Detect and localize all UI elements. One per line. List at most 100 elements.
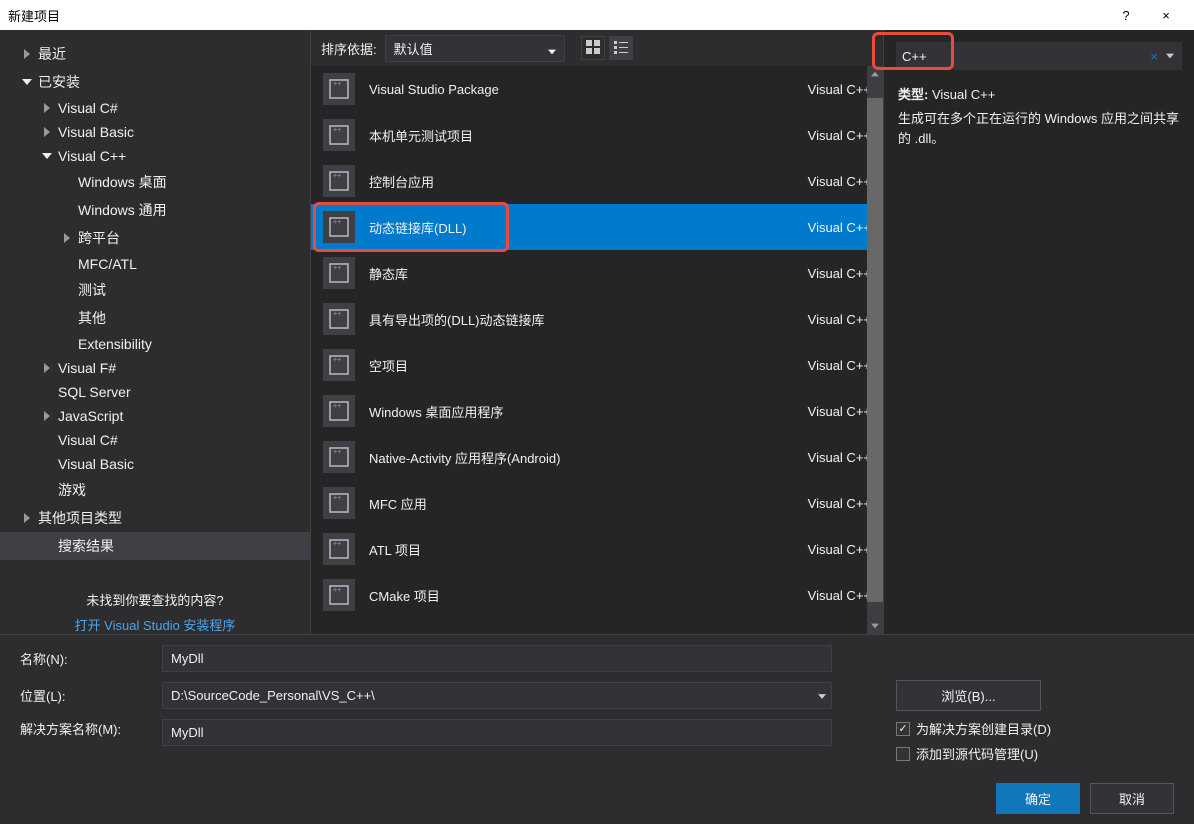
checkbox-icon bbox=[896, 722, 910, 736]
name-input[interactable] bbox=[162, 645, 832, 672]
template-language: Visual C++ bbox=[808, 496, 871, 511]
template-icon: ++ bbox=[323, 165, 355, 197]
template-icon: ++ bbox=[323, 257, 355, 289]
template-language: Visual C++ bbox=[808, 174, 871, 189]
search-dropdown-button[interactable] bbox=[1164, 52, 1176, 60]
chevron-right-icon bbox=[40, 101, 54, 115]
template-item[interactable]: ++ ATL 项目Visual C++ bbox=[311, 526, 883, 572]
template-item[interactable]: ++Windows 桌面应用程序Visual C++ bbox=[311, 388, 883, 434]
location-dropdown-button[interactable] bbox=[818, 688, 826, 703]
template-icon: ++ bbox=[323, 211, 355, 243]
scroll-down-button[interactable] bbox=[867, 618, 883, 634]
tree-recent[interactable]: 最近 bbox=[0, 40, 310, 68]
tree-windows-universal[interactable]: Windows 通用 bbox=[0, 196, 310, 224]
template-language: Visual C++ bbox=[808, 266, 871, 281]
tree-cross-platform[interactable]: 跨平台 bbox=[0, 224, 310, 252]
body: 最近 已安装 Visual C# Visual Basic Visual C++… bbox=[0, 30, 1194, 634]
template-name: Native-Activity 应用程序(Android) bbox=[369, 448, 808, 467]
tree-visual-basic-2[interactable]: Visual Basic bbox=[0, 452, 310, 476]
tree-mfc-atl[interactable]: MFC/ATL bbox=[0, 252, 310, 276]
name-label: 名称(N): bbox=[20, 649, 150, 668]
template-icon: ++ bbox=[323, 441, 355, 473]
template-item[interactable]: ++ 静态库Visual C++ bbox=[311, 250, 883, 296]
tree-extensibility[interactable]: Extensibility bbox=[0, 332, 310, 356]
tree-test[interactable]: 测试 bbox=[0, 276, 310, 304]
search-box[interactable]: × bbox=[896, 42, 1182, 70]
list-icon bbox=[614, 40, 628, 57]
chevron-right-icon bbox=[40, 361, 54, 375]
template-item[interactable]: ++Native-Activity 应用程序(Android)Visual C+… bbox=[311, 434, 883, 480]
template-item[interactable]: ++MFC 应用Visual C++ bbox=[311, 480, 883, 526]
browse-button[interactable]: 浏览(B)... bbox=[896, 680, 1041, 711]
tree-search-results[interactable]: 搜索结果 bbox=[0, 532, 310, 560]
tree-other-project-types[interactable]: 其他项目类型 bbox=[0, 504, 310, 532]
tree-visual-csharp-2[interactable]: Visual C# bbox=[0, 428, 310, 452]
scroll-thumb[interactable] bbox=[867, 98, 883, 602]
template-name: 本机单元测试项目 bbox=[369, 126, 808, 145]
tree-games[interactable]: 游戏 bbox=[0, 476, 310, 504]
template-item[interactable]: ++ Visual Studio PackageVisual C++ bbox=[311, 66, 883, 112]
template-item[interactable]: ++具有导出项的(DLL)动态链接库Visual C++ bbox=[311, 296, 883, 342]
view-list-button[interactable] bbox=[609, 36, 633, 60]
template-item[interactable]: ++ 控制台应用Visual C++ bbox=[311, 158, 883, 204]
template-name: 动态链接库(DLL) bbox=[369, 218, 808, 237]
tree-windows-desktop[interactable]: Windows 桌面 bbox=[0, 168, 310, 196]
view-grid-button[interactable] bbox=[581, 36, 605, 60]
details-panel: × 类型: Visual C++ 生成可在多个正在运行的 Windows 应用之… bbox=[884, 30, 1194, 634]
template-item[interactable]: ++空项目Visual C++ bbox=[311, 342, 883, 388]
chevron-down-icon bbox=[40, 149, 54, 163]
template-list[interactable]: ++Visual Studio PackageVisual C++++本机单元测… bbox=[311, 66, 883, 634]
tree-visual-basic[interactable]: Visual Basic bbox=[0, 120, 310, 144]
tree-other[interactable]: 其他 bbox=[0, 304, 310, 332]
tree-visual-csharp[interactable]: Visual C# bbox=[0, 96, 310, 120]
svg-text:++: ++ bbox=[333, 81, 341, 88]
bottom-form: 名称(N): 位置(L): 浏览(B)... 解决方案名称(M): 为解决方案创… bbox=[0, 634, 1194, 824]
tree-visual-cpp[interactable]: Visual C++ bbox=[0, 144, 310, 168]
chevron-right-icon bbox=[20, 511, 34, 525]
help-button[interactable]: ? bbox=[1106, 0, 1146, 30]
search-input[interactable] bbox=[902, 49, 1144, 64]
chevron-right-icon bbox=[20, 47, 34, 61]
create-directory-checkbox[interactable]: 为解决方案创建目录(D) bbox=[896, 719, 1051, 738]
close-button[interactable]: × bbox=[1146, 0, 1186, 30]
svg-text:++: ++ bbox=[333, 495, 341, 502]
template-item[interactable]: ++动态链接库(DLL)Visual C++ bbox=[311, 204, 883, 250]
location-input[interactable] bbox=[162, 682, 832, 709]
tree-visual-fsharp[interactable]: Visual F# bbox=[0, 356, 310, 380]
tree-javascript[interactable]: JavaScript bbox=[0, 404, 310, 428]
solution-name-input[interactable] bbox=[162, 719, 832, 746]
template-icon: ++ bbox=[323, 579, 355, 611]
description-text: 生成可在多个正在运行的 Windows 应用之间共享的 .dll。 bbox=[898, 109, 1180, 148]
cancel-button[interactable]: 取消 bbox=[1090, 783, 1174, 814]
template-name: 空项目 bbox=[369, 356, 808, 375]
template-name: Windows 桌面应用程序 bbox=[369, 402, 808, 421]
template-name: 静态库 bbox=[369, 264, 808, 283]
chevron-right-icon bbox=[40, 409, 54, 423]
template-name: ATL 项目 bbox=[369, 540, 808, 559]
clear-search-button[interactable]: × bbox=[1144, 46, 1164, 66]
tree-installed[interactable]: 已安装 bbox=[0, 68, 310, 96]
new-project-dialog: 新建项目 ? × 最近 已安装 Visual C# Visual Basic V… bbox=[0, 0, 1194, 824]
template-language: Visual C++ bbox=[808, 128, 871, 143]
template-language: Visual C++ bbox=[808, 542, 871, 557]
template-name: 控制台应用 bbox=[369, 172, 808, 191]
template-icon: ++ bbox=[323, 487, 355, 519]
solution-label: 解决方案名称(M): bbox=[20, 719, 150, 738]
template-icon: ++ bbox=[323, 303, 355, 335]
chevron-right-icon bbox=[40, 125, 54, 139]
template-item[interactable]: ++CMake 项目Visual C++ bbox=[311, 572, 883, 618]
ok-button[interactable]: 确定 bbox=[996, 783, 1080, 814]
template-icon: ++ bbox=[323, 119, 355, 151]
scrollbar[interactable] bbox=[867, 66, 883, 634]
sort-dropdown[interactable]: 默认值 bbox=[385, 35, 565, 62]
tree-sql-server[interactable]: SQL Server bbox=[0, 380, 310, 404]
template-item[interactable]: ++ 本机单元测试项目Visual C++ bbox=[311, 112, 883, 158]
template-name: Visual Studio Package bbox=[369, 82, 808, 97]
svg-text:++: ++ bbox=[333, 541, 341, 548]
scroll-up-button[interactable] bbox=[867, 66, 883, 82]
template-language: Visual C++ bbox=[808, 82, 871, 97]
description: 类型: Visual C++ 生成可在多个正在运行的 Windows 应用之间共… bbox=[884, 78, 1194, 154]
add-source-control-checkbox[interactable]: 添加到源代码管理(U) bbox=[896, 744, 1051, 763]
svg-text:++: ++ bbox=[333, 449, 341, 456]
open-installer-link[interactable]: 打开 Visual Studio 安装程序 bbox=[0, 615, 310, 634]
